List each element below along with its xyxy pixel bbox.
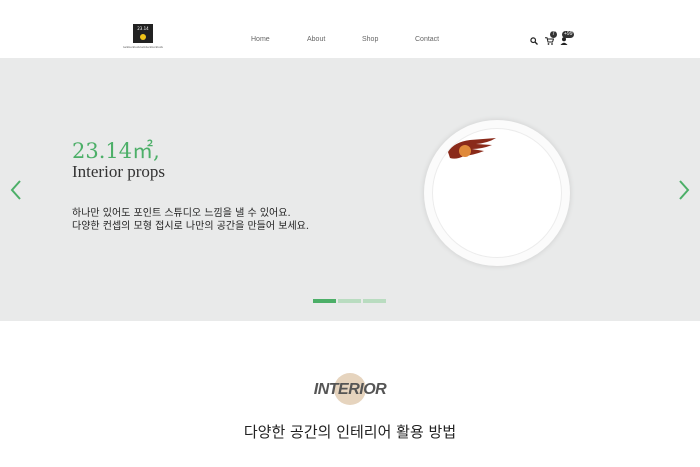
nav-shop[interactable]: Shop <box>362 36 378 43</box>
logo-subtext: luckluckluckluckluckluckluck <box>122 45 164 49</box>
slide-dot[interactable] <box>363 299 386 303</box>
logo[interactable]: 23.14 luckluckluckluckluckluckluck <box>121 24 165 52</box>
prev-arrow-icon[interactable] <box>9 179 23 201</box>
logo-mark: 23.14 <box>133 24 153 43</box>
nav-about[interactable]: About <box>307 36 325 43</box>
site-header: 23.14 luckluckluckluckluckluckluck Home … <box>0 0 700 58</box>
next-arrow-icon[interactable] <box>677 179 691 201</box>
user-icon[interactable] <box>560 37 568 45</box>
hero-desc-line: 다양한 컨셉의 모형 접시로 나만의 공간을 만들어 보세요. <box>72 221 310 232</box>
user-count-badge: +99 <box>562 31 575 38</box>
nav-contact[interactable]: Contact <box>415 36 439 43</box>
hero-number: 23.14㎡, <box>72 139 160 163</box>
search-icon[interactable] <box>530 37 538 45</box>
cart-icon[interactable] <box>545 37 554 45</box>
nav-home[interactable]: Home <box>251 36 270 43</box>
hero-slider: 23.14㎡, Interior props 하나만 있어도 포인트 스튜디오 … <box>0 58 700 321</box>
hero-desc-line: 하나만 있어도 포인트 스튜디오 느낌을 낼 수 있어요. <box>72 208 291 219</box>
plate-pattern <box>448 138 496 159</box>
interior-badge: INTERIOR <box>311 373 391 405</box>
logo-text: 23.14 <box>137 26 149 31</box>
hero-subtitle: Interior props <box>72 162 166 181</box>
product-plate-image <box>424 120 570 266</box>
section-title: 다양한 공간의 인테리어 활용 방법 <box>243 423 457 441</box>
cart-count-badge: 7 <box>550 31 557 38</box>
slide-dot-active[interactable] <box>313 299 336 303</box>
badge-text: INTERIOR <box>313 381 387 398</box>
hero-description: 하나만 있어도 포인트 스튜디오 느낌을 낼 수 있어요. 다양한 컨셉의 모형… <box>72 207 309 233</box>
slide-dot[interactable] <box>338 299 361 303</box>
logo-dot <box>140 34 146 40</box>
